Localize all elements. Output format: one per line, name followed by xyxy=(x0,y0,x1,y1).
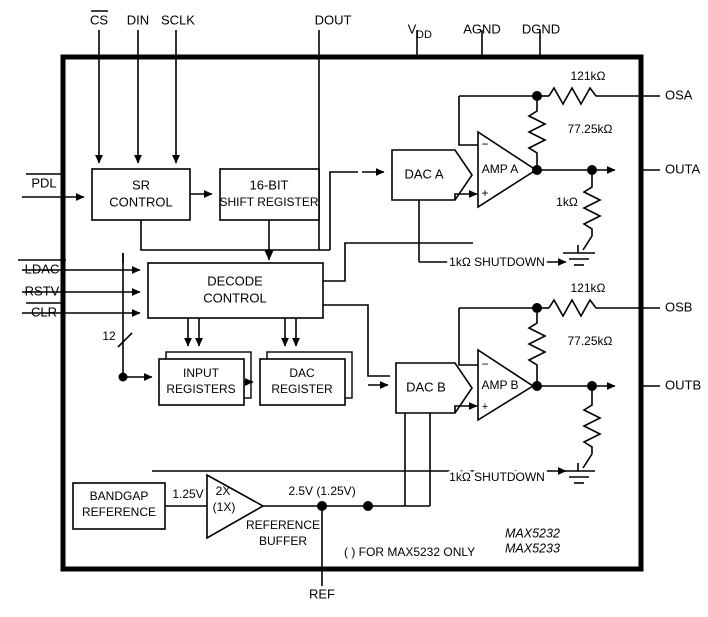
ampa-feedback xyxy=(458,96,478,146)
bus-to-daca xyxy=(329,171,358,250)
bandgap-line1: BANDGAP xyxy=(90,489,149,503)
amp-a-plus: + xyxy=(481,186,488,200)
dac-register-line1: DAC xyxy=(289,366,315,380)
resistor-7725k-b-label: 77.25kΩ xyxy=(568,334,613,348)
input-registers-line1: INPUT xyxy=(183,366,220,380)
block-diagram-root: CS DIN SCLK DOUT V DD AGND DGND PDL LDAC… xyxy=(0,0,708,617)
right-pin-labels: OSA OUTA OSB OUTB xyxy=(665,87,701,392)
sr-control-line1: SR xyxy=(132,177,150,192)
bus-width-label: 12 xyxy=(102,329,116,343)
outa-load-tap xyxy=(587,165,597,175)
pin-label-vdd-sub: DD xyxy=(416,29,432,41)
pin-label-dgnd: DGND xyxy=(522,21,560,36)
pin-label-ldac: LDAC xyxy=(25,261,60,276)
serial-input-lines xyxy=(95,57,180,164)
part-number-1: MAX5232 xyxy=(505,526,560,540)
dout-line xyxy=(308,57,320,250)
decode-inputs xyxy=(63,266,141,317)
refbuf-gain-2x: 2X xyxy=(216,484,231,498)
resistor-1k-a-label: 1kΩ xyxy=(556,195,578,209)
shift-register-line1: 16-BIT xyxy=(249,177,288,192)
shutdown-a-group: 1kΩ SHUTDOWN xyxy=(418,200,567,272)
pin-label-cs: CS xyxy=(90,12,108,27)
pin-label-osa: OSA xyxy=(665,87,693,102)
resistor-121k-b xyxy=(548,298,641,318)
amp-b-label: AMP B xyxy=(481,378,518,392)
part-number-2: MAX5233 xyxy=(505,541,560,555)
ampb-feedback xyxy=(458,308,478,366)
right-pin-stems xyxy=(641,95,660,387)
shift-register-line2: SHIFT REGISTER xyxy=(219,195,318,209)
top-pin-labels: CS DIN SCLK DOUT V DD AGND DGND xyxy=(90,10,560,41)
ref-out-label: 2.5V (1.25V) xyxy=(288,484,355,498)
ground-a xyxy=(563,245,595,266)
pin-label-rstv: RSTV xyxy=(25,283,60,298)
amp-b-plus: + xyxy=(482,401,488,413)
dac-b-label: DAC B xyxy=(406,379,446,394)
switch-b-blade xyxy=(582,453,593,469)
shutdown-b-label: 1kΩ SHUTDOWN xyxy=(449,470,545,484)
decode-control-line2: CONTROL xyxy=(203,290,267,305)
input-registers-line2: REGISTERS xyxy=(166,382,235,396)
resistor-7725k-b xyxy=(527,313,547,386)
footnote-max5232: ( ) FOR MAX5232 ONLY xyxy=(344,545,475,559)
pin-label-pdl: PDL xyxy=(31,175,56,190)
decode-to-registers xyxy=(184,318,300,347)
resistor-121k-a-label: 121kΩ xyxy=(571,69,606,83)
amp-b-minus: − xyxy=(481,357,488,371)
resistor-121k-a xyxy=(548,86,641,106)
resistor-7725k-a xyxy=(527,101,547,170)
amp-a-label: AMP A xyxy=(482,162,518,176)
pin-label-clr: CLR xyxy=(31,304,57,319)
diagram-canvas: CS DIN SCLK DOUT V DD AGND DGND PDL LDAC… xyxy=(18,10,701,605)
refbuf-gain-1x: (1X) xyxy=(213,500,236,514)
pin-label-outb: OUTB xyxy=(665,377,701,392)
sr-control-line2: CONTROL xyxy=(109,194,173,209)
pin-label-osb: OSB xyxy=(665,299,692,314)
pin-label-din: DIN xyxy=(127,12,149,27)
pin-label-ref: REF xyxy=(309,586,335,601)
decode-control-line1: DECODE xyxy=(207,273,263,288)
pin-label-outa: OUTA xyxy=(665,161,700,176)
outb-load-tap xyxy=(587,381,597,391)
resistor-7725k-a-label: 77.25kΩ xyxy=(568,122,613,136)
dac-a-label: DAC A xyxy=(404,166,443,181)
bandgap-out-label: 1.25V xyxy=(172,487,203,501)
dac-register-line2: REGISTER xyxy=(271,382,333,396)
resistor-121k-b-label: 121kΩ xyxy=(571,281,606,295)
resistor-1k-a xyxy=(582,175,602,236)
resistor-1k-b xyxy=(582,391,602,454)
pin-label-sclk: SCLK xyxy=(161,12,195,27)
pin-label-dout: DOUT xyxy=(315,12,352,27)
sr-feedback-bus xyxy=(140,220,330,251)
bandgap-line2: REFERENCE xyxy=(82,505,156,519)
amp-a-minus: − xyxy=(481,137,488,151)
shutdown-a-label: 1kΩ SHUTDOWN xyxy=(449,255,545,269)
ground-b xyxy=(563,463,595,484)
refbuf-label-line1: REFERENCE xyxy=(246,518,320,532)
left-pin-labels: PDL LDAC RSTV CLR xyxy=(18,173,66,319)
refbuf-label-line2: BUFFER xyxy=(259,534,307,548)
pin-label-agnd: AGND xyxy=(463,21,501,36)
